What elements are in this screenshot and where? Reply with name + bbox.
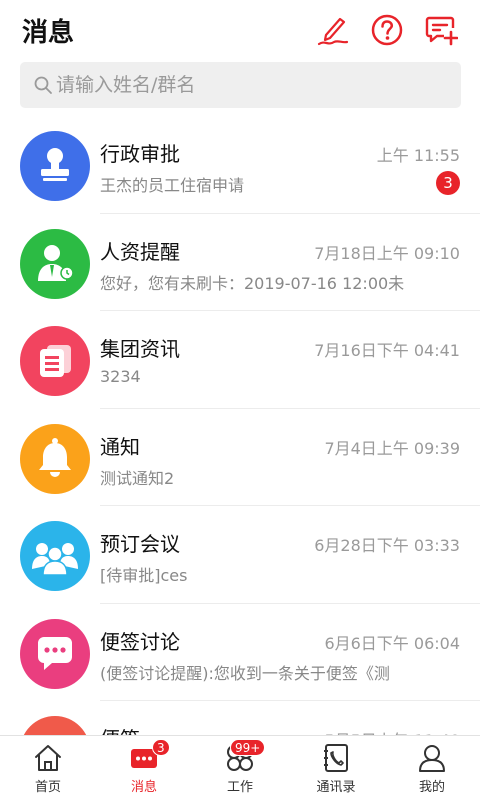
edit-pen-icon[interactable] <box>316 13 350 47</box>
conversation-preview: [待审批]ces <box>100 566 188 585</box>
conversation-name: 预订会议 <box>100 532 180 556</box>
tab-contacts[interactable]: 通讯录 <box>288 736 384 800</box>
conversation-name: 集团资讯 <box>100 337 180 361</box>
conversation-row-approval[interactable]: 行政审批 上午 11:55 王杰的员工住宿申请 3 <box>0 116 480 214</box>
conversation-preview: 王杰的员工住宿申请 <box>100 176 245 195</box>
contacts-book-icon <box>321 743 351 773</box>
unread-badge: 3 <box>436 171 460 195</box>
conversation-preview: 3234 <box>100 367 141 386</box>
conversation-time: 7月4日上午 09:39 <box>324 438 460 458</box>
tab-label: 我的 <box>418 780 445 795</box>
chat-bubble-icon <box>20 618 90 689</box>
search-input[interactable] <box>56 62 446 108</box>
tab-badge: 3 <box>152 739 170 756</box>
news-docs-icon <box>20 326 90 396</box>
tab-label: 首页 <box>34 780 61 795</box>
conversation-preview: (便签讨论提醒):您收到一条关于便签《测 <box>100 663 390 683</box>
page-title: 消息 <box>22 18 75 48</box>
bottom-tab-bar: 首页 3 消息 99+ 工作 通讯录 我的 <box>0 735 480 800</box>
conversation-preview: 您好，您有未刷卡：2019-07-16 12:00未 <box>100 273 405 293</box>
conversation-name: 行政审批 <box>100 142 180 166</box>
conversation-preview: 测试通知2 <box>100 468 175 488</box>
conversation-time: 6月6日下午 06:04 <box>324 633 460 653</box>
search-icon <box>33 75 53 95</box>
add-chat-icon[interactable] <box>424 13 458 47</box>
meeting-people-icon <box>20 521 90 591</box>
tab-badge: 99+ <box>230 739 266 756</box>
tab-label: 通讯录 <box>316 780 356 795</box>
conversation-time: 上午 11:55 <box>376 146 460 165</box>
conversation-name: 通知 <box>100 434 140 459</box>
header: 消息 <box>0 0 480 60</box>
messages-screen: 消息 请输入姓名/群名 行政审批 上午 11:55 王杰的员工住宿申请 3 人资… <box>0 0 480 800</box>
conversation-list: 行政审批 上午 11:55 王杰的员工住宿申请 3 人资提醒 7月18日上午 0… <box>0 116 480 799</box>
conversation-row-hr[interactable]: 人资提醒 7月18日上午 09:10 您好，您有未刷卡：2019-07-16 1… <box>0 214 480 311</box>
tab-label: 工作 <box>226 780 253 795</box>
conversation-time: 7月18日上午 09:10 <box>314 243 460 263</box>
conversation-row-meeting[interactable]: 预订会议 6月28日下午 03:33 [待审批]ces <box>0 506 480 604</box>
person-alarm-icon <box>20 228 90 299</box>
home-icon <box>33 743 63 773</box>
conversation-time: 6月28日下午 03:33 <box>314 536 460 555</box>
conversation-time: 7月16日下午 04:41 <box>314 341 460 360</box>
conversation-row-memo-discussion[interactable]: 便签讨论 6月6日下午 06:04 (便签讨论提醒):您收到一条关于便签《测 <box>0 604 480 701</box>
search-bar[interactable] <box>20 62 461 108</box>
conversation-name: 便签讨论 <box>100 629 180 654</box>
help-question-icon[interactable] <box>370 13 404 47</box>
conversation-row-news[interactable]: 集团资讯 7月16日下午 04:41 3234 <box>0 311 480 409</box>
conversation-row-notice[interactable]: 通知 7月4日上午 09:39 测试通知2 <box>0 409 480 506</box>
profile-user-icon <box>417 743 447 773</box>
tab-messages[interactable]: 3 消息 <box>96 736 192 800</box>
conversation-name: 人资提醒 <box>100 239 180 264</box>
bell-icon <box>20 423 90 494</box>
tab-label: 消息 <box>130 780 157 795</box>
tab-home[interactable]: 首页 <box>0 736 96 800</box>
tab-profile[interactable]: 我的 <box>384 736 480 800</box>
stamp-icon <box>20 131 90 201</box>
tab-work[interactable]: 99+ 工作 <box>192 736 288 800</box>
